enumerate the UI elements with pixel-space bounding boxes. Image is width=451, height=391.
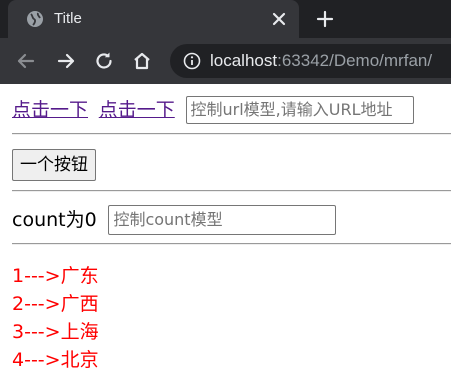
divider-1 <box>12 133 451 135</box>
forward-arrow-icon[interactable] <box>55 50 77 72</box>
a-button[interactable]: 一个按钮 <box>12 149 96 181</box>
list-item: 4--->北京 <box>12 349 99 371</box>
url-host: localhost <box>210 51 278 70</box>
globe-icon <box>27 11 43 27</box>
browser-toolbar: localhost:63342/Demo/mrfan/ <box>0 38 451 84</box>
reload-icon[interactable] <box>93 50 115 72</box>
url-path: :63342/Demo/mrfan/ <box>277 51 433 70</box>
click-link-2[interactable]: 点击一下 <box>99 99 175 121</box>
close-icon[interactable] <box>270 10 288 28</box>
divider-3 <box>12 243 451 245</box>
address-bar[interactable]: localhost:63342/Demo/mrfan/ <box>170 44 451 78</box>
count-row: count为0 控制count模型 <box>12 205 337 235</box>
new-tab-icon[interactable] <box>315 9 335 29</box>
info-icon[interactable] <box>183 52 201 70</box>
count-model-input[interactable]: 控制count模型 <box>108 205 337 235</box>
tab-title: Title <box>54 10 82 27</box>
divider-2 <box>12 190 451 192</box>
home-icon[interactable] <box>131 50 153 72</box>
browser-tab[interactable]: Title <box>8 0 299 38</box>
url-text[interactable]: localhost:63342/Demo/mrfan/ <box>210 50 432 72</box>
list-item: 2--->广西 <box>12 293 99 315</box>
back-arrow-icon[interactable] <box>15 50 37 72</box>
browser-tab-strip: Title <box>0 0 451 38</box>
click-link-1[interactable]: 点击一下 <box>12 99 88 121</box>
count-label: count为0 <box>12 209 97 231</box>
city-list: 1--->广东 2--->广西 3--->上海 4--->北京 <box>12 262 99 374</box>
list-item: 3--->上海 <box>12 321 99 343</box>
list-item: 1--->广东 <box>12 265 99 287</box>
link-row: 点击一下 点击一下 控制url模型,请输入URL地址 <box>12 96 414 124</box>
url-model-input[interactable]: 控制url模型,请输入URL地址 <box>185 96 414 124</box>
